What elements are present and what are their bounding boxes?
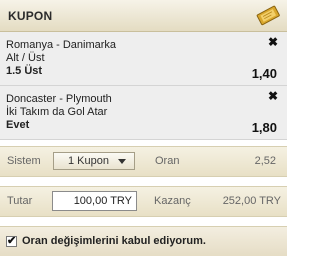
remove-bet-icon[interactable]: ✖ [268,36,278,48]
coupon-header: KUPON [0,0,287,32]
chevron-down-icon [118,159,126,164]
bet-market: İki Takım da Gol Atar [6,106,108,118]
bet-item: Romanya - Danimarka Alt / Üst 1.5 Üst 1,… [0,32,287,86]
system-row: Sistem 1 Kupon Oran 2,52 [0,146,287,177]
bet-selection: 1.5 Üst [6,65,43,77]
stake-row: Tutar Kazanç 252,00 TRY [0,186,287,217]
stake-amount-input[interactable] [52,191,137,211]
system-label: Sistem [7,155,41,167]
accept-odds-row: ✔ Oran değişimlerini kabul ediyorum. [0,226,287,256]
bet-odds: 1,80 [251,120,277,135]
total-odds-label: Oran [155,155,180,167]
accept-odds-label[interactable]: Oran değişimlerini kabul ediyorum. [22,235,206,247]
winnings-label: Kazanç [154,195,191,207]
bet-match: Romanya - Danimarka [6,39,117,51]
bet-odds: 1,40 [251,66,277,81]
check-icon: ✔ [7,235,17,247]
coupon-panel: KUPON Romanya - Danimarka Alt / Üst 1.5 … [0,0,287,256]
bet-selection: Evet [6,119,30,131]
bet-match: Doncaster - Plymouth [6,93,112,105]
winnings-value: 252,00 TRY [222,195,281,207]
total-odds-value: 2,52 [254,155,276,167]
bet-market: Alt / Üst [6,52,45,64]
stake-label: Tutar [7,195,33,207]
coupon-title: KUPON [8,9,53,23]
system-select[interactable]: 1 Kupon [53,152,135,170]
remove-bet-icon[interactable]: ✖ [268,90,278,102]
bet-item: Doncaster - Plymouth İki Takım da Gol At… [0,86,287,140]
system-select-value: 1 Kupon [68,155,109,167]
accept-odds-checkbox[interactable]: ✔ [6,235,17,247]
ticket-icon [256,5,280,26]
